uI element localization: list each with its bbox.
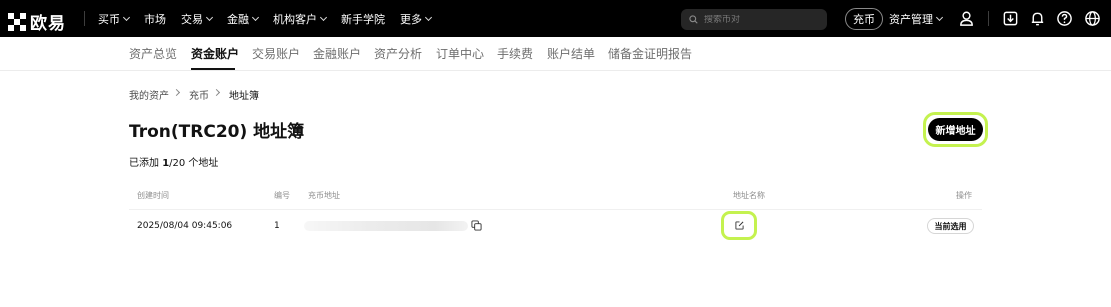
- help-icon[interactable]: [1056, 10, 1073, 27]
- current-selection-button[interactable]: 当前选用: [927, 218, 974, 234]
- cell-created-time: 2025/08/04 09:45:06: [137, 221, 233, 231]
- nav-item-finance[interactable]: 金融: [227, 11, 260, 27]
- tab-order-center[interactable]: 订单中心: [436, 45, 484, 62]
- breadcrumb-address-book: 地址簿: [229, 91, 259, 102]
- search-icon: [689, 15, 698, 24]
- nav-label: 新手学院: [341, 12, 385, 26]
- column-header-action: 操作: [956, 191, 972, 200]
- search-input[interactable]: [704, 14, 814, 25]
- column-header-address-name: 地址名称: [733, 191, 765, 200]
- nav-item-academy[interactable]: 新手学院: [341, 11, 385, 27]
- nav-item-market[interactable]: 市场: [144, 11, 166, 27]
- chevron-down-icon: [251, 13, 260, 21]
- nav-label: 市场: [144, 12, 166, 26]
- column-header-index: 编号: [274, 191, 290, 200]
- tab-proof-of-reserves[interactable]: 储备金证明报告: [608, 45, 692, 62]
- edit-icon[interactable]: [735, 221, 744, 230]
- chevron-right-icon: [212, 88, 221, 97]
- address-count: 已添加 1/20 个地址: [129, 154, 218, 169]
- column-header-created-time: 创建时间: [137, 191, 169, 200]
- top-nav-bar: 欧易 买币 市场 交易 金融 机构客户 新手学院 更多 充币 资产管理: [0, 0, 1111, 37]
- nav-label: 更多: [400, 12, 422, 26]
- page-title: Tron(TRC20) 地址簿: [129, 122, 305, 142]
- asset-management-menu[interactable]: 资产管理: [889, 0, 944, 37]
- chevron-down-icon: [935, 13, 944, 21]
- chevron-down-icon: [424, 13, 433, 21]
- nav-item-trade[interactable]: 交易: [181, 11, 214, 27]
- okx-logo-icon: [8, 12, 26, 31]
- brand-name: 欧易: [30, 14, 66, 34]
- nav-item-more[interactable]: 更多: [400, 11, 433, 27]
- chevron-down-icon: [205, 13, 214, 21]
- download-icon[interactable]: [1002, 10, 1019, 27]
- chevron-down-icon: [122, 13, 131, 21]
- cell-index: 1: [274, 221, 280, 231]
- search-box[interactable]: [681, 9, 827, 30]
- nav-label: 金融: [227, 12, 249, 26]
- column-header-deposit-address: 充币地址: [308, 191, 340, 200]
- tab-fees[interactable]: 手续费: [497, 45, 533, 62]
- nav-label: 买币: [98, 12, 120, 26]
- breadcrumb-my-assets[interactable]: 我的资产: [129, 87, 169, 102]
- nav-item-institutional[interactable]: 机构客户: [273, 11, 328, 27]
- nav-label: 机构客户: [273, 12, 317, 26]
- tab-funding-account[interactable]: 资金账户: [191, 45, 239, 62]
- count-prefix: 已添加: [129, 158, 163, 169]
- tab-asset-analysis[interactable]: 资产分析: [374, 45, 422, 62]
- table-divider: [129, 209, 982, 210]
- active-tab-indicator: [191, 68, 235, 70]
- copy-icon[interactable]: [471, 220, 482, 231]
- asset-management-label: 资产管理: [889, 12, 933, 26]
- breadcrumb-deposit[interactable]: 充币: [189, 87, 209, 102]
- nav-label: 交易: [181, 12, 203, 26]
- deposit-button[interactable]: 充币: [845, 8, 883, 30]
- globe-icon[interactable]: [1084, 10, 1101, 27]
- bell-icon[interactable]: [1029, 10, 1046, 27]
- chevron-down-icon: [319, 13, 328, 21]
- cell-deposit-address-redacted: [304, 221, 468, 231]
- chevron-right-icon: [172, 88, 181, 97]
- main-nav: 买币 市场 交易 金融 机构客户 新手学院 更多: [98, 0, 446, 37]
- tab-finance-account[interactable]: 金融账户: [313, 45, 361, 62]
- add-address-button[interactable]: 新增地址: [928, 118, 983, 141]
- tab-asset-overview[interactable]: 资产总览: [129, 45, 177, 62]
- divider: [84, 11, 85, 26]
- brand-logo[interactable]: 欧易: [8, 9, 66, 34]
- tab-statements[interactable]: 账户结单: [547, 45, 595, 62]
- nav-item-buy-crypto[interactable]: 买币: [98, 11, 131, 27]
- tab-trading-account[interactable]: 交易账户: [252, 45, 300, 62]
- divider: [988, 11, 989, 26]
- count-suffix: /20 个地址: [169, 158, 219, 169]
- user-icon[interactable]: [958, 10, 975, 27]
